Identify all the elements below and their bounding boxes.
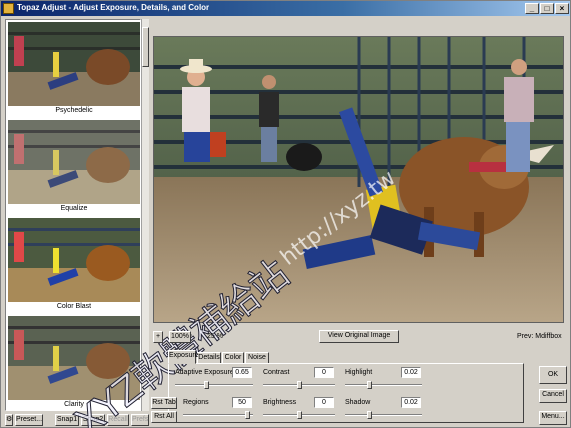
reset-all-button[interactable]: Rst All: [151, 411, 177, 423]
slider-knob[interactable]: [297, 381, 302, 389]
brightness-field[interactable]: 0: [314, 397, 334, 408]
rodeo-photo: [154, 37, 563, 322]
preset-thumbnail: [8, 22, 140, 106]
shadow-label: Shadow: [345, 399, 371, 406]
maximize-button[interactable]: □: [540, 3, 554, 14]
shadow-slider[interactable]: [345, 411, 422, 419]
settings-icon[interactable]: ⚙: [5, 414, 13, 426]
preset-list: Psychedelic Equalize Color Blast Clarity: [5, 19, 141, 411]
tab-exposure[interactable]: Exposure: [168, 350, 199, 364]
slider-knob[interactable]: [204, 381, 209, 389]
close-button[interactable]: ×: [555, 3, 569, 14]
preset-label: Psychedelic: [55, 107, 93, 114]
highlight-slider[interactable]: [345, 381, 422, 389]
regions-field[interactable]: 50: [232, 397, 252, 408]
contrast-label: Contrast: [263, 369, 290, 376]
preset-label: Equalize: [60, 205, 88, 212]
reset-tab-button[interactable]: Rst Tab: [151, 397, 177, 409]
zoom-in-button[interactable]: +: [153, 331, 163, 343]
slider-knob[interactable]: [245, 411, 250, 419]
adaptive-exposure-label: Adaptive Exposure: [175, 369, 234, 376]
slider-knob[interactable]: [367, 381, 372, 389]
app-icon: [3, 3, 14, 14]
zoom-100-button[interactable]: 100%: [169, 331, 191, 343]
ok-button[interactable]: OK: [539, 366, 567, 384]
highlight-field[interactable]: 0.02: [401, 367, 421, 378]
contrast-field[interactable]: 0: [314, 367, 334, 378]
highlight-label: Highlight: [345, 369, 373, 376]
preview-mode: Prev: Mdiffbox: [517, 333, 562, 340]
contrast-slider[interactable]: [263, 381, 335, 389]
cancel-button[interactable]: Cancel: [539, 389, 567, 403]
zoom-level: 25 %: [207, 333, 223, 340]
preset-thumbnail: [8, 120, 140, 204]
preset-label: Color Blast: [56, 303, 92, 310]
slider-knob[interactable]: [297, 411, 302, 419]
title-bar: Topaz Adjust - Adjust Exposure, Details,…: [1, 1, 570, 16]
brightness-slider[interactable]: [263, 411, 335, 419]
shadow-field[interactable]: 0.02: [401, 397, 421, 408]
regions-label: Regions: [183, 399, 209, 406]
regions-slider[interactable]: [183, 411, 253, 419]
preset-button[interactable]: Preset...: [15, 414, 43, 426]
adaptive-exposure-field[interactable]: 0.65: [232, 367, 252, 378]
brightness-label: Brightness: [263, 399, 297, 406]
slider-knob[interactable]: [367, 411, 372, 419]
minimize-button[interactable]: _: [525, 3, 539, 14]
menu-button[interactable]: Menu...: [539, 411, 567, 425]
scrollbar-thumb[interactable]: [142, 27, 149, 67]
topaz-adjust-window: Topaz Adjust - Adjust Exposure, Details,…: [0, 0, 571, 428]
adaptive-exposure-slider[interactable]: [175, 381, 253, 389]
preview-image[interactable]: [153, 36, 564, 323]
preset-thumbnail: [8, 218, 140, 302]
view-original-button[interactable]: View Original Image: [319, 330, 399, 343]
window-title: Topaz Adjust - Adjust Exposure, Details,…: [17, 3, 210, 12]
preset-item-psychedelic[interactable]: Psychedelic: [8, 22, 140, 120]
preset-item-equalize[interactable]: Equalize: [8, 120, 140, 218]
preset-item-color-blast[interactable]: Color Blast: [8, 218, 140, 316]
